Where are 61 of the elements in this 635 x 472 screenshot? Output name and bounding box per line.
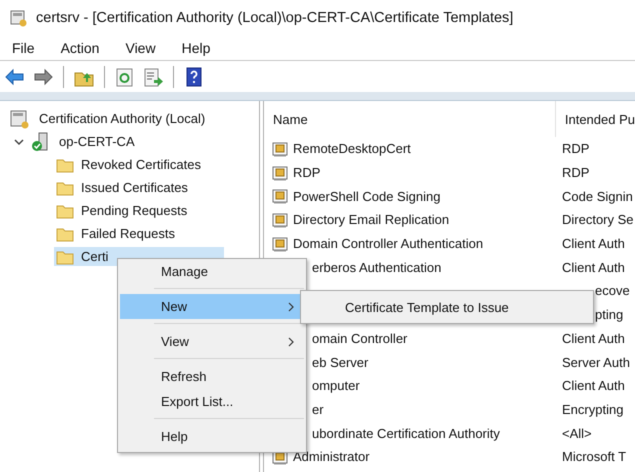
table-cell: RDP <box>293 165 320 180</box>
certificate-icon <box>272 188 288 204</box>
menu-item[interactable]: Action <box>52 40 108 56</box>
table-cell: eb Server <box>312 354 368 370</box>
table-cell: Directory Email Replication <box>293 212 450 228</box>
certificate-icon <box>272 212 288 228</box>
tree-item[interactable]: Pending Requests <box>54 201 190 220</box>
table-cell: Directory Se <box>562 212 634 228</box>
table-cell: <All> <box>562 426 592 441</box>
certificate-icon <box>272 164 288 181</box>
table-cell: omputer <box>312 378 360 394</box>
certificate-icon <box>272 140 288 157</box>
table-cell: Administrator <box>293 449 370 464</box>
menu-item[interactable]: View <box>117 40 164 56</box>
table-cell: Client Auth <box>562 378 625 394</box>
table-cell: Domain Controller Authentication <box>293 236 484 252</box>
menu-item[interactable]: File <box>4 40 43 56</box>
menu-item[interactable]: View <box>120 329 304 354</box>
table-cell: PowerShell Code Signing <box>293 188 440 204</box>
table-cell: Microsoft T <box>562 449 626 464</box>
certificate-icon <box>272 236 288 252</box>
menu-item[interactable]: Certificate Template to Issue <box>301 300 509 314</box>
table-cell: Code Signin <box>562 188 633 204</box>
tree-item[interactable]: op-CERT-CA <box>56 132 138 151</box>
folder-icon <box>56 156 74 172</box>
column-header[interactable]: Intended Pu <box>556 112 635 126</box>
tree-item[interactable]: Issued Certificates <box>54 178 191 197</box>
menu-item[interactable]: Refresh <box>120 364 304 389</box>
tree-item[interactable]: Revoked Certificates <box>54 155 204 174</box>
table-cell: Client Auth <box>562 330 625 346</box>
table-cell: pting <box>595 307 624 322</box>
certification-authority-icon <box>10 108 30 128</box>
server-icon <box>30 132 50 152</box>
table-cell: Client Auth <box>562 236 625 252</box>
app-icon <box>10 8 28 26</box>
table-cell: Server Auth <box>562 354 630 370</box>
folder-icon <box>56 202 74 218</box>
menu-item[interactable]: Help <box>120 424 304 449</box>
window-title: certsrv - [Certification Authority (Local)\op-CERT-CA\Certificate Templates] <box>36 10 514 26</box>
table-cell: RDP <box>562 165 590 180</box>
folder-icon <box>56 180 74 196</box>
table-cell: ecove <box>595 283 630 298</box>
table-cell: RDP <box>562 141 590 156</box>
folder-icon <box>56 248 74 264</box>
table-cell: omain Controller <box>312 330 408 346</box>
tree-item[interactable]: Failed Requests <box>54 224 178 243</box>
menu-item[interactable]: Help <box>174 40 218 56</box>
chevron-icon <box>14 136 24 146</box>
table-cell: ubordinate Certification Authority <box>312 426 500 441</box>
table-cell: Encrypting <box>562 402 624 417</box>
export-list-icon[interactable] <box>142 66 164 88</box>
chevron-right-icon <box>288 302 294 312</box>
menu-item[interactable]: Export List... <box>120 389 304 414</box>
table-cell: RemoteDesktopCert <box>293 141 411 156</box>
table-cell: erberos Authentication <box>312 260 442 275</box>
tree-item[interactable]: Certification Authority (Local) <box>36 109 208 128</box>
table-cell: er <box>312 402 324 417</box>
chevron-right-icon <box>288 336 294 346</box>
folder-icon <box>56 226 74 242</box>
table-cell: Client Auth <box>562 260 625 275</box>
column-header[interactable]: Name <box>264 101 556 137</box>
